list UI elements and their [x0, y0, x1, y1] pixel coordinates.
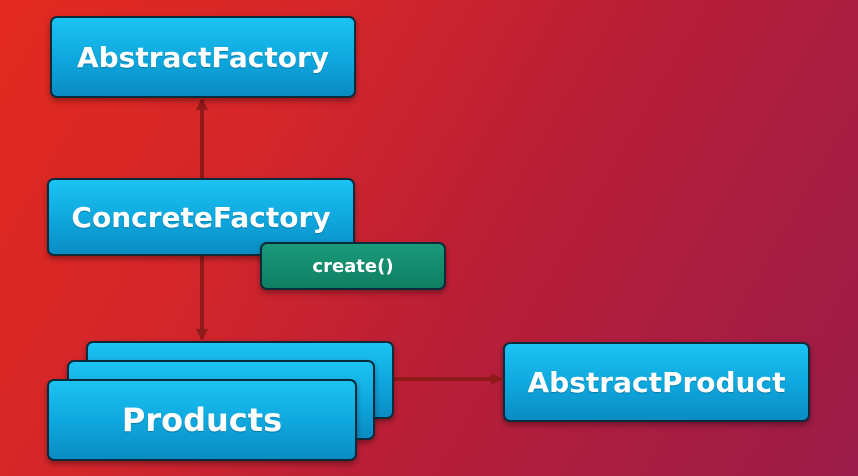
- abstract-factory-box: AbstractFactory: [50, 16, 356, 98]
- abstract-factory-label: AbstractFactory: [76, 40, 330, 74]
- abstract-product-box: AbstractProduct: [503, 342, 810, 422]
- products-box: Products: [47, 379, 357, 461]
- products-label: Products: [121, 401, 283, 439]
- create-method-label: create(): [312, 255, 394, 277]
- abstract-product-label: AbstractProduct: [527, 365, 786, 399]
- concrete-factory-label: ConcreteFactory: [71, 200, 331, 234]
- create-method-box: create(): [260, 242, 446, 290]
- diagram-canvas: AbstractFactory ConcreteFactory create()…: [0, 0, 858, 476]
